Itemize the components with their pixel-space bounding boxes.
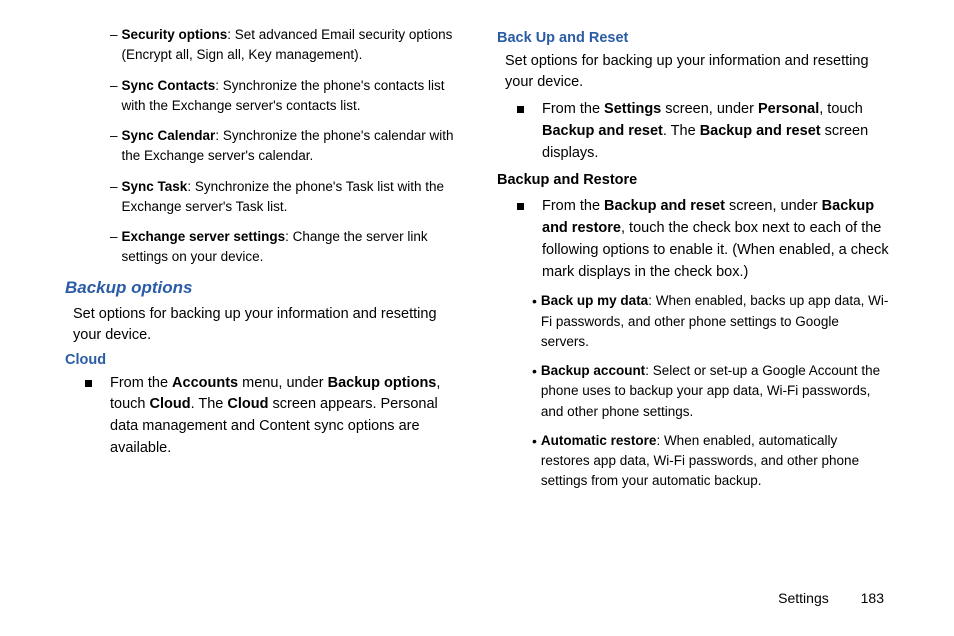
dash-icon: –: [110, 25, 118, 66]
step-content: From the Backup and reset screen, under …: [542, 196, 889, 283]
bullet-item: • Automatic restore: When enabled, autom…: [497, 431, 889, 492]
square-bullet-icon: [517, 203, 524, 210]
step-item: From the Backup and reset screen, under …: [497, 196, 889, 283]
dash-item: – Sync Task: Synchronize the phone's Tas…: [65, 177, 457, 218]
dash-item: – Exchange server settings: Change the s…: [65, 227, 457, 268]
term: Sync Calendar: [122, 128, 216, 143]
term: Security options: [122, 27, 228, 42]
bullet-item: • Backup account: Select or set-up a Goo…: [497, 361, 889, 422]
step-content: From the Accounts menu, under Backup opt…: [110, 373, 457, 460]
footer-section: Settings: [778, 590, 829, 606]
term: Automatic restore: [541, 433, 657, 448]
square-bullet-icon: [85, 380, 92, 387]
term: Back up my data: [541, 293, 648, 308]
step-item: From the Settings screen, under Personal…: [497, 99, 889, 164]
bullet-icon: •: [532, 431, 537, 492]
term: Backup account: [541, 363, 645, 378]
dash-icon: –: [110, 227, 118, 268]
term: Exchange server settings: [122, 229, 286, 244]
backup-reset-intro: Set options for backing up your informat…: [505, 51, 889, 93]
cloud-heading: Cloud: [65, 352, 457, 368]
left-column: – Security options: Set advanced Email s…: [65, 25, 457, 501]
bullet-icon: •: [532, 361, 537, 422]
footer-page-number: 183: [861, 590, 884, 606]
dash-icon: –: [110, 76, 118, 117]
step-item: From the Accounts menu, under Backup opt…: [65, 373, 457, 460]
backup-reset-heading: Back Up and Reset: [497, 30, 889, 46]
backup-options-heading: Backup options: [65, 278, 457, 298]
dash-icon: –: [110, 126, 118, 167]
term: Sync Contacts: [122, 78, 216, 93]
dash-icon: –: [110, 177, 118, 218]
right-column: Back Up and Reset Set options for backin…: [497, 25, 889, 501]
step-content: From the Settings screen, under Personal…: [542, 99, 889, 164]
backup-intro-text: Set options for backing up your informat…: [73, 304, 457, 346]
bullet-item: • Back up my data: When enabled, backs u…: [497, 291, 889, 352]
dash-item: – Sync Contacts: Synchronize the phone's…: [65, 76, 457, 117]
term: Sync Task: [122, 179, 188, 194]
dash-item: – Sync Calendar: Synchronize the phone's…: [65, 126, 457, 167]
square-bullet-icon: [517, 106, 524, 113]
backup-restore-subheading: Backup and Restore: [497, 172, 889, 188]
bullet-icon: •: [532, 291, 537, 352]
page-footer: Settings 183: [778, 590, 884, 606]
dash-item: – Security options: Set advanced Email s…: [65, 25, 457, 66]
